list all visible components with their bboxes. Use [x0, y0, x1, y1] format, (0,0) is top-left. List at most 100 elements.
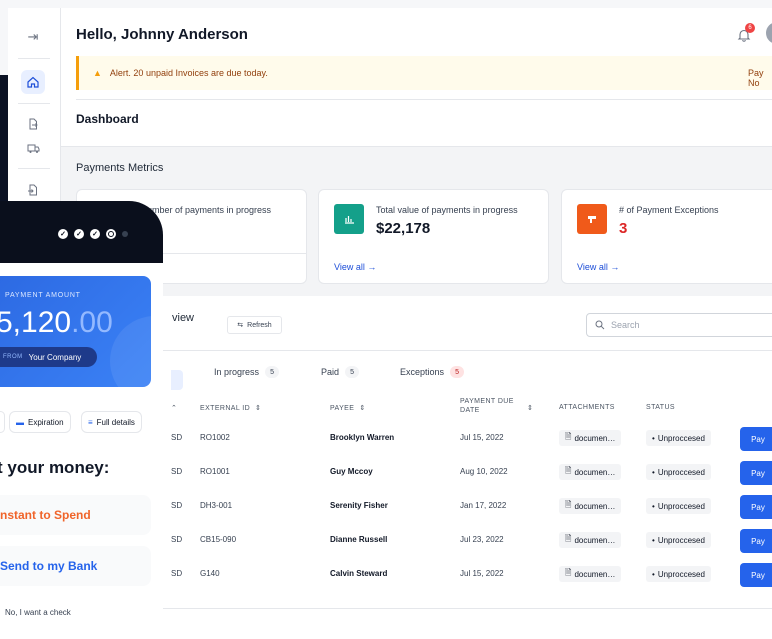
currency-cell: SD: [171, 569, 183, 578]
pay-now-link[interactable]: Pay No: [748, 68, 772, 88]
amount-cents: .00: [71, 306, 113, 339]
main-panel: Hello, Johnny Anderson 6 ▲ Alert. 20 unp…: [61, 8, 772, 639]
attachment-name: documen…: [574, 569, 616, 579]
pay-button[interactable]: Pay: [740, 529, 772, 553]
payment-amount-card: PAYMENT AMOUNT 5,120.00 FROM Your Company: [0, 276, 151, 387]
currency-cell: SD: [171, 433, 183, 442]
step-pending-icon: [122, 231, 128, 237]
sort-icon: ⇕: [255, 405, 262, 412]
metrics-title: Payments Metrics: [76, 162, 164, 174]
alert-text: Alert. 20 unpaid Invoices are due today.: [109, 68, 268, 78]
external-id-cell: G140: [200, 569, 220, 578]
tab-paid[interactable]: Paid 5: [321, 366, 360, 378]
column-header-payee[interactable]: PAYEE ⇕: [330, 404, 366, 413]
metric-card-exceptions: # of Payment Exceptions 3 View all →: [561, 189, 772, 284]
view-all-label: View all: [577, 262, 608, 272]
amount-label: PAYMENT AMOUNT: [5, 292, 81, 299]
step-current-icon: [106, 229, 116, 239]
sort-icon[interactable]: ⇕: [527, 404, 533, 412]
metric-value: $22,178: [376, 220, 431, 237]
document-icon: 🗎: [565, 466, 572, 475]
search-input[interactable]: Search: [586, 313, 772, 337]
divider: [156, 608, 772, 609]
status-badge: • Unproccesed: [646, 430, 711, 446]
overview-title: view: [172, 312, 195, 324]
status-badge: • Unproccesed: [646, 498, 711, 514]
send-to-bank-option[interactable]: Send to my Bank: [0, 546, 151, 586]
table-row: SD RO1001 Guy Mccoy Aug 10, 2022 🗎 docume…: [156, 457, 772, 491]
tab-label: In progress: [214, 367, 260, 377]
table-row: SD RO1002 Brooklyn Warren Jul 15, 2022 🗎…: [156, 423, 772, 457]
arrow-right-icon: →: [610, 262, 620, 272]
document-icon: 🗎: [565, 534, 572, 543]
view-all-link[interactable]: View all →: [577, 262, 619, 272]
status-text: Unproccesed: [657, 535, 705, 545]
sort-icon[interactable]: ⌃: [171, 404, 177, 412]
column-header-payment-due[interactable]: PAYMENT DUE DATE: [460, 398, 514, 414]
expand-sidebar-icon[interactable]: ⇥: [21, 25, 45, 49]
attachment-chip[interactable]: 🗎 documen…: [559, 532, 622, 548]
expiration-button[interactable]: ▬ Expiration: [9, 411, 71, 433]
status-dot-icon: •: [652, 467, 655, 477]
step-complete-icon: ✓: [58, 229, 68, 239]
payee-cell: Guy Mccoy: [330, 467, 373, 476]
attachment-name: documen…: [574, 501, 616, 511]
tab-exceptions[interactable]: Exceptions 5: [400, 366, 465, 378]
step-complete-icon: ✓: [74, 229, 84, 239]
table-row: SD CB15-090 Dianne Russell Jul 23, 2022 …: [156, 525, 772, 559]
header-label: PAYEE: [330, 404, 355, 412]
from-value: Your Company: [28, 352, 82, 362]
divider: [76, 99, 772, 100]
attachment-name: documen…: [574, 535, 616, 545]
tab-all-partial[interactable]: [171, 370, 183, 390]
status-text: Unproccesed: [657, 467, 705, 477]
column-header-attachments: ATTACHMENTS: [559, 404, 615, 411]
column-header-external-id[interactable]: EXTERNAL ID ⇕: [200, 404, 262, 413]
greeting: Hello, Johnny Anderson: [76, 26, 248, 43]
full-details-button[interactable]: ≡ Full details: [81, 411, 142, 433]
decorative-circle: [110, 316, 151, 387]
avatar[interactable]: [766, 22, 772, 44]
import-doc-icon[interactable]: [21, 178, 45, 202]
attachment-chip[interactable]: 🗎 documen…: [559, 566, 622, 582]
exception-icon: [577, 204, 607, 234]
pay-button[interactable]: Pay: [740, 563, 772, 587]
export-doc-icon[interactable]: [21, 112, 45, 136]
chip-label: Full details: [96, 417, 135, 427]
sidebar-divider: [18, 168, 50, 169]
warning-icon: ▲: [93, 68, 102, 78]
attachment-chip[interactable]: 🗎 documen…: [559, 498, 622, 514]
payee-cell: Serenity Fisher: [330, 501, 388, 510]
pay-button[interactable]: Pay: [740, 495, 772, 519]
search-placeholder: Search: [611, 320, 640, 330]
attachment-chip[interactable]: 🗎 documen…: [559, 464, 622, 480]
tab-count: 5: [345, 366, 360, 378]
tab-label: Exceptions: [400, 367, 445, 377]
status-text: Unproccesed: [657, 569, 705, 579]
metric-label: umber of payments in progress: [147, 205, 272, 215]
attachment-chip[interactable]: 🗎 documen…: [559, 430, 622, 446]
view-all-link[interactable]: View all →: [334, 262, 376, 272]
external-id-cell: DH3-001: [200, 501, 233, 510]
refresh-button[interactable]: ⇆ Refresh: [227, 316, 282, 334]
instant-to-spend-option[interactable]: nstant to Spend: [0, 495, 151, 535]
pay-button[interactable]: Pay: [740, 427, 772, 451]
status-dot-icon: •: [652, 535, 655, 545]
header-label: PAYMENT DUE: [460, 398, 514, 405]
search-icon: [595, 320, 605, 330]
chart-icon: [334, 204, 364, 234]
get-money-heading: t your money:: [0, 458, 110, 477]
payee-cell: Calvin Steward: [330, 569, 388, 578]
chip-partial[interactable]: [0, 411, 5, 433]
truck-icon[interactable]: [21, 136, 45, 160]
due-date-cell: Jul 23, 2022: [460, 535, 504, 544]
tab-in-progress[interactable]: In progress 5: [214, 366, 280, 378]
page: ⇥ Hello, Johnny Anderson 6 ▲ Alert. 20 u…: [0, 0, 772, 639]
external-id-cell: RO1002: [200, 433, 230, 442]
step-complete-icon: ✓: [90, 229, 100, 239]
check-option-link[interactable]: No, I want a check: [5, 608, 71, 617]
status-dot-icon: •: [652, 569, 655, 579]
home-icon[interactable]: [21, 70, 45, 94]
document-icon: 🗎: [565, 432, 572, 441]
pay-button[interactable]: Pay: [740, 461, 772, 485]
